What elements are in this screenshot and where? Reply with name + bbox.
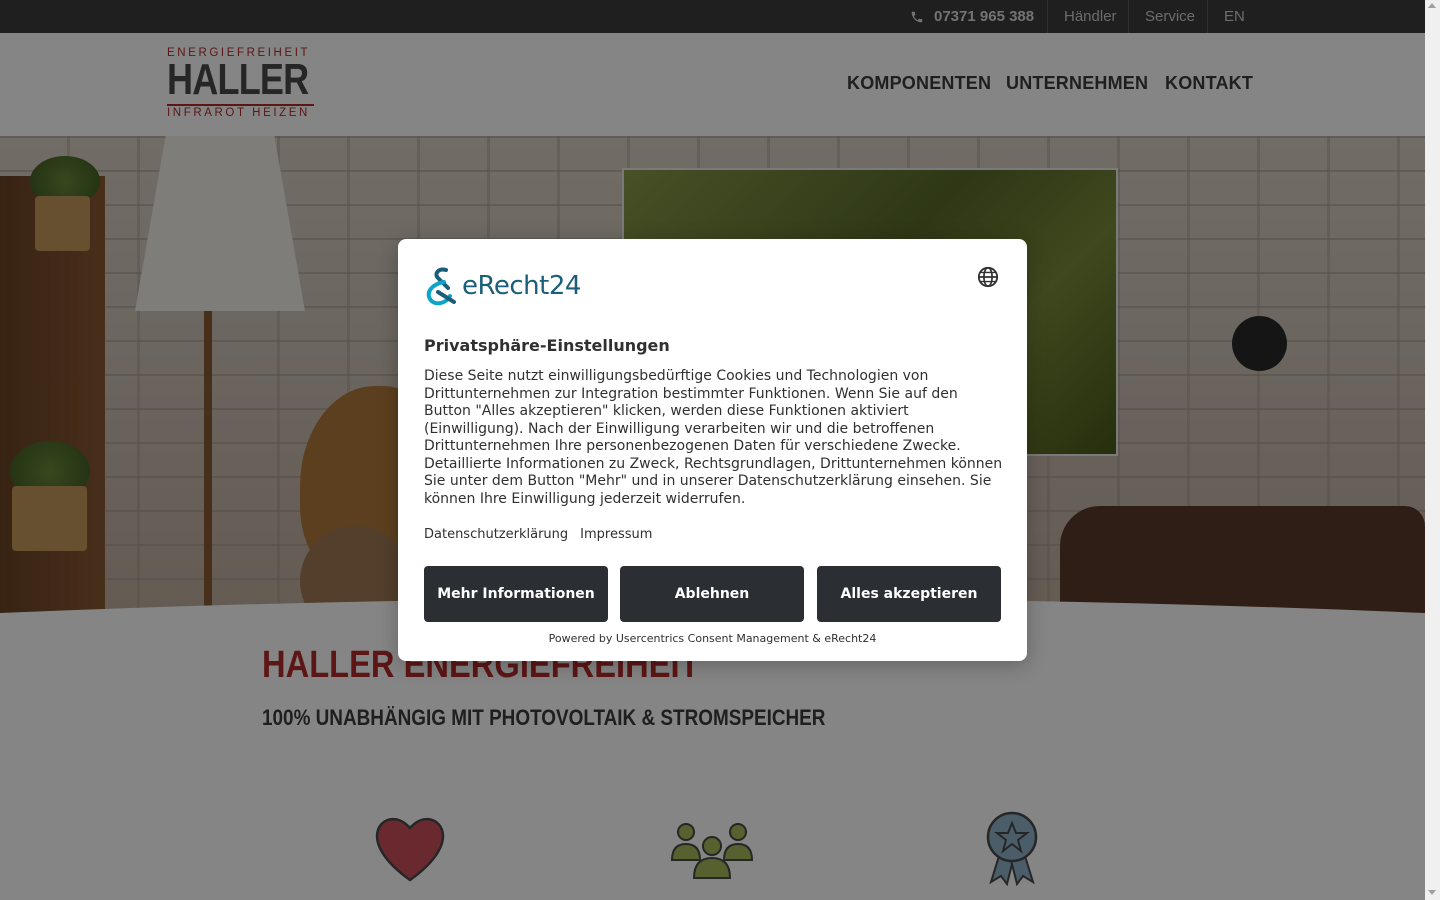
- accept-all-button[interactable]: Alles akzeptieren: [817, 566, 1001, 622]
- decline-button[interactable]: Ablehnen: [620, 566, 804, 622]
- scroll-up-arrow-icon[interactable]: [1428, 3, 1436, 8]
- erecht24-logo: eRecht24: [424, 265, 589, 307]
- page-scrollbar[interactable]: [1425, 0, 1440, 900]
- imprint-link[interactable]: Impressum: [580, 527, 652, 542]
- more-info-button[interactable]: Mehr Informationen: [424, 566, 608, 622]
- erecht24-logo-icon: [426, 267, 456, 306]
- scroll-down-arrow-icon[interactable]: [1428, 890, 1436, 895]
- privacy-policy-link[interactable]: Datenschutzerklärung: [424, 527, 568, 542]
- consent-title: Privatsphäre-Einstellungen: [424, 336, 670, 355]
- erecht24-brand: eRecht24: [462, 271, 581, 301]
- consent-body: Diese Seite nutzt einwilligungsbedürftig…: [424, 368, 1003, 507]
- consent-links: Datenschutzerklärung Impressum: [424, 527, 652, 542]
- powered-by-text: Powered by Usercentrics Consent Manageme…: [548, 632, 877, 645]
- language-globe-icon[interactable]: [977, 266, 999, 288]
- consent-dialog: eRecht24 Privatsphäre-Einstellungen Dies…: [398, 239, 1027, 661]
